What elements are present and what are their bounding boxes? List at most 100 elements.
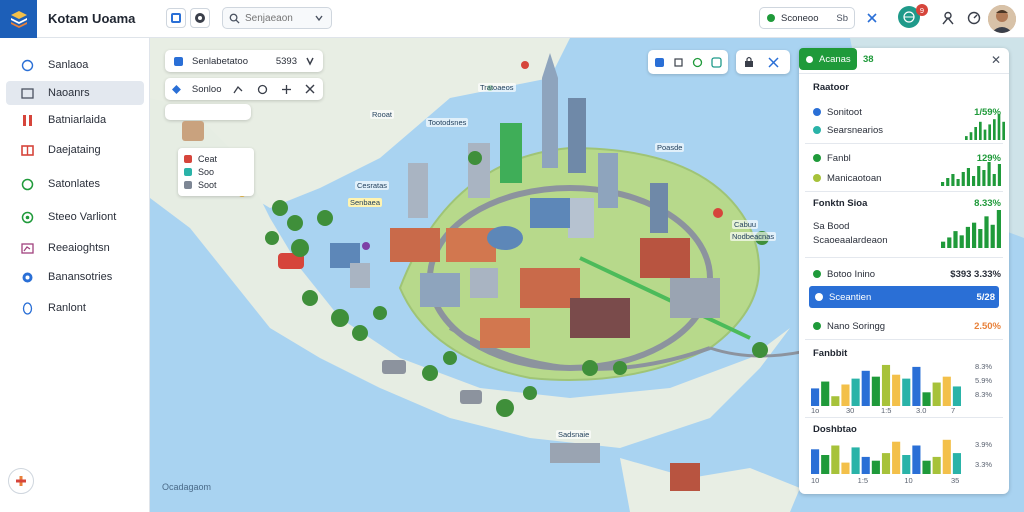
chart-bar[interactable]: [961, 172, 965, 186]
chart-bar[interactable]: [982, 170, 986, 186]
map-label[interactable]: Poasde: [655, 143, 685, 152]
map-label[interactable]: Sadsnaie: [556, 430, 592, 439]
move-icon[interactable]: [279, 82, 293, 96]
layer-toggle-icon[interactable]: [673, 55, 684, 69]
edit-icon[interactable]: [711, 55, 722, 69]
chart-bar[interactable]: [841, 384, 850, 406]
chart-bar[interactable]: [953, 231, 958, 248]
list-item[interactable]: Nano Soringg 2.50%: [813, 318, 1005, 334]
bar-chart-2[interactable]: [811, 434, 961, 474]
refresh-icon[interactable]: [692, 55, 703, 69]
add-button[interactable]: [8, 468, 34, 494]
chart-bar[interactable]: [992, 174, 996, 186]
chart-bar[interactable]: [972, 222, 977, 248]
cloud-icon[interactable]: [255, 82, 269, 96]
chart-bar[interactable]: [974, 127, 977, 140]
chart-bar[interactable]: [972, 176, 976, 186]
view-tools[interactable]: [648, 50, 728, 74]
chart-bar[interactable]: [952, 453, 961, 474]
sidebar-item-5[interactable]: Steeo Varliont: [6, 205, 144, 229]
chart-bar[interactable]: [892, 374, 901, 406]
record-button[interactable]: [190, 8, 210, 28]
user-button[interactable]: [938, 8, 958, 28]
sidebar-item-6[interactable]: Reeaioghtsn: [6, 236, 144, 260]
map-label[interactable]: Senbaea: [348, 198, 383, 207]
map-label[interactable]: Tratoaeos: [478, 83, 516, 92]
map-label[interactable]: Nodbeacnas: [730, 232, 777, 241]
map-tools-panel[interactable]: Sonloo: [165, 78, 323, 100]
chart-bar[interactable]: [984, 216, 989, 248]
search-box[interactable]: [222, 7, 332, 29]
sidebar-item-0[interactable]: Sanlaoa: [6, 53, 144, 77]
thumbnail-image[interactable]: [182, 121, 204, 141]
chart-bar[interactable]: [912, 366, 921, 406]
close-icon[interactable]: ✕: [991, 53, 1001, 67]
map-label[interactable]: Tootodsnes: [426, 118, 469, 127]
chart-bar[interactable]: [821, 381, 830, 406]
chart-bar[interactable]: [861, 456, 870, 474]
chart-bar[interactable]: [956, 179, 960, 186]
chart-bar[interactable]: [841, 462, 850, 474]
layer-panel[interactable]: Senlabetatoo 5393: [165, 50, 323, 72]
chart-bar[interactable]: [892, 441, 901, 474]
lock-icon[interactable]: [742, 55, 756, 69]
chart-bar[interactable]: [996, 210, 1001, 248]
map-label[interactable]: Cabuu: [732, 220, 759, 229]
chart-bar[interactable]: [932, 382, 941, 406]
chart-bar[interactable]: [952, 386, 961, 406]
chart-bar[interactable]: [990, 224, 995, 248]
chevron-down-icon[interactable]: [314, 13, 324, 23]
chart-bar[interactable]: [988, 124, 991, 140]
map-view-button[interactable]: [166, 8, 186, 28]
close-icon[interactable]: [766, 55, 780, 69]
chart-bar[interactable]: [966, 168, 970, 186]
chart-bar[interactable]: [831, 396, 840, 406]
chart-bar[interactable]: [881, 453, 891, 474]
chart-bar[interactable]: [861, 370, 870, 406]
avatar[interactable]: [988, 5, 1016, 33]
chart-bar[interactable]: [969, 132, 973, 140]
chart-bar[interactable]: [997, 114, 1001, 140]
chart-bar[interactable]: [942, 376, 951, 406]
chart-bar[interactable]: [902, 455, 911, 474]
save-icon[interactable]: [654, 55, 665, 69]
chart-bar[interactable]: [912, 445, 921, 475]
share-button[interactable]: [862, 8, 882, 28]
chart-bar[interactable]: [831, 445, 840, 475]
chart-bar[interactable]: [851, 447, 860, 474]
chart-bar[interactable]: [959, 235, 964, 248]
pin-icon[interactable]: [305, 56, 315, 66]
map-label[interactable]: Rooat: [370, 110, 395, 119]
chart-bar[interactable]: [811, 449, 820, 474]
chart-bar[interactable]: [902, 378, 911, 406]
chart-bar[interactable]: [983, 129, 987, 140]
sidebar-item-2[interactable]: Batniarlaida: [6, 108, 144, 132]
chart-bar[interactable]: [978, 229, 983, 248]
sidebar-item-8[interactable]: Ranlont: [6, 296, 144, 320]
bar-chart-1[interactable]: [811, 360, 961, 406]
tab-assets[interactable]: Acanas: [799, 48, 857, 70]
chart-bar[interactable]: [932, 456, 941, 474]
status-selector[interactable]: Sconeoo Sb: [759, 7, 855, 29]
chart-bar[interactable]: [987, 162, 991, 186]
app-logo[interactable]: [0, 0, 37, 38]
chart-bar[interactable]: [811, 388, 820, 406]
close-icon[interactable]: [303, 82, 317, 96]
draw-icon[interactable]: [232, 82, 246, 96]
chart-bar[interactable]: [965, 226, 970, 248]
chart-bar[interactable]: [881, 364, 891, 406]
chart-bar[interactable]: [947, 237, 952, 248]
chart-bar[interactable]: [951, 174, 955, 186]
settings-button[interactable]: [964, 8, 984, 28]
sidebar-item-7[interactable]: Banansotries: [6, 265, 144, 289]
chart-bar[interactable]: [946, 178, 950, 186]
chart-bar[interactable]: [979, 121, 982, 140]
action-tools[interactable]: [736, 50, 790, 74]
chart-bar[interactable]: [1002, 121, 1005, 140]
sidebar-item-4[interactable]: Satonlates: [6, 172, 144, 196]
chart-bar[interactable]: [851, 378, 860, 406]
chart-bar[interactable]: [977, 166, 981, 186]
chart-bar[interactable]: [941, 182, 945, 186]
search-input[interactable]: [245, 12, 309, 24]
sidebar-item-1[interactable]: Naoanrs: [6, 81, 144, 105]
